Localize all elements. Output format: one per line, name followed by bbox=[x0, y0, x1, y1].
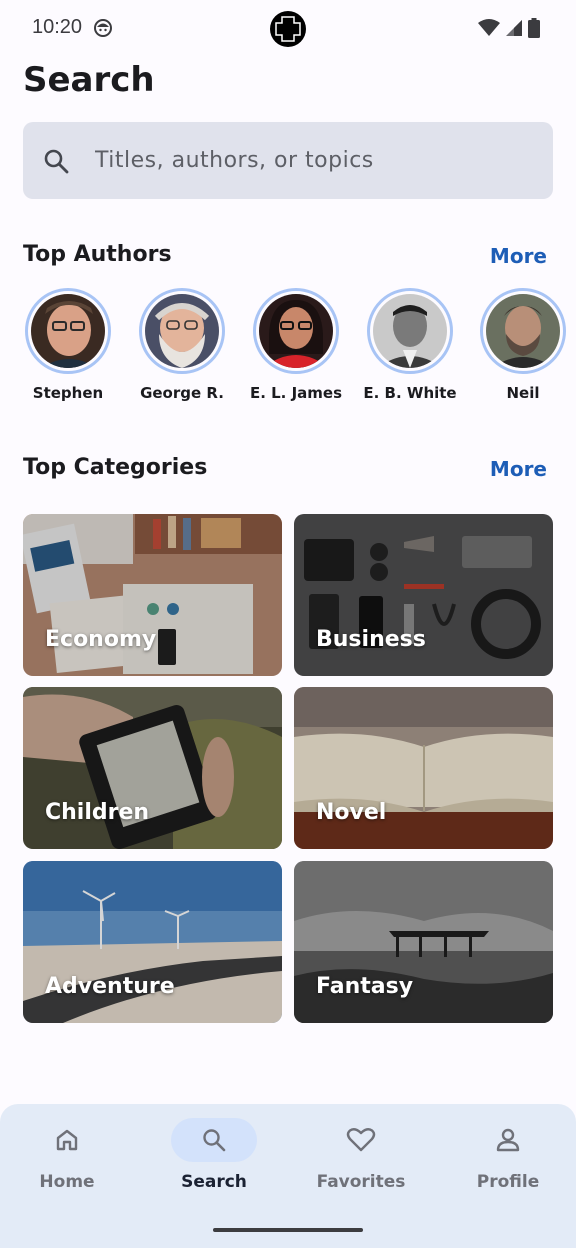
author-item[interactable]: E. L. James bbox=[239, 288, 353, 402]
nav-item-home[interactable]: Home bbox=[0, 1118, 137, 1192]
author-item[interactable]: Stephen bbox=[11, 288, 125, 402]
home-icon bbox=[56, 1129, 78, 1151]
nav-item-search[interactable]: Search bbox=[144, 1118, 284, 1192]
avatar bbox=[139, 288, 225, 374]
category-card-economy[interactable]: Economy bbox=[23, 514, 282, 676]
top-categories-title: Top Categories bbox=[23, 455, 208, 480]
status-bar: 10:20 bbox=[0, 0, 576, 60]
page-title: Search bbox=[23, 60, 155, 100]
category-label: Business bbox=[316, 627, 426, 652]
camera-cutout bbox=[270, 11, 306, 47]
avatar bbox=[480, 288, 566, 374]
app-notification-icon bbox=[94, 19, 112, 37]
status-time: 10:20 bbox=[32, 16, 83, 38]
nav-item-favorites[interactable]: Favorites bbox=[291, 1118, 431, 1192]
author-item[interactable]: E. B. White bbox=[353, 288, 467, 402]
author-item[interactable]: George R. bbox=[125, 288, 239, 402]
avatar bbox=[253, 288, 339, 374]
top-authors-title: Top Authors bbox=[23, 242, 172, 267]
avatar bbox=[367, 288, 453, 374]
category-card-novel[interactable]: Novel bbox=[294, 687, 553, 849]
avatar bbox=[25, 288, 111, 374]
category-card-adventure[interactable]: Adventure bbox=[23, 861, 282, 1023]
category-card-fantasy[interactable]: Fantasy bbox=[294, 861, 553, 1023]
category-label: Children bbox=[45, 800, 150, 825]
heart-icon bbox=[346, 1128, 376, 1152]
category-card-children[interactable]: Children bbox=[23, 687, 282, 849]
search-icon bbox=[44, 149, 69, 174]
authors-carousel[interactable]: Stephen George R. E. L. James E. B. Whit… bbox=[0, 288, 576, 408]
search-input[interactable] bbox=[95, 122, 545, 199]
author-name: E. L. James bbox=[249, 384, 343, 402]
nav-label: Profile bbox=[476, 1172, 540, 1192]
battery-icon bbox=[528, 18, 540, 38]
category-label: Economy bbox=[45, 627, 157, 652]
top-categories-more-link[interactable]: More bbox=[490, 457, 547, 481]
category-label: Adventure bbox=[45, 974, 175, 999]
person-icon bbox=[496, 1128, 520, 1152]
author-name: Neil bbox=[506, 384, 540, 402]
search-bar[interactable] bbox=[23, 122, 553, 199]
category-card-business[interactable]: Business bbox=[294, 514, 553, 676]
bottom-navigation: Home Search Favorites Profile bbox=[0, 1104, 576, 1248]
nav-label: Favorites bbox=[316, 1172, 406, 1192]
author-name: George R. bbox=[140, 384, 224, 402]
signal-icon bbox=[506, 20, 522, 36]
category-label: Fantasy bbox=[316, 974, 414, 999]
author-name: E. B. White bbox=[363, 384, 457, 402]
category-label: Novel bbox=[316, 800, 387, 825]
top-authors-more-link[interactable]: More bbox=[490, 244, 547, 268]
home-indicator[interactable] bbox=[213, 1228, 363, 1232]
nav-item-profile[interactable]: Profile bbox=[438, 1118, 576, 1192]
nav-label: Home bbox=[39, 1172, 95, 1192]
search-icon bbox=[203, 1129, 226, 1152]
wifi-icon bbox=[478, 19, 500, 36]
author-item[interactable]: Neil bbox=[466, 288, 576, 402]
nav-label: Search bbox=[181, 1172, 247, 1192]
author-name: Stephen bbox=[32, 384, 104, 402]
